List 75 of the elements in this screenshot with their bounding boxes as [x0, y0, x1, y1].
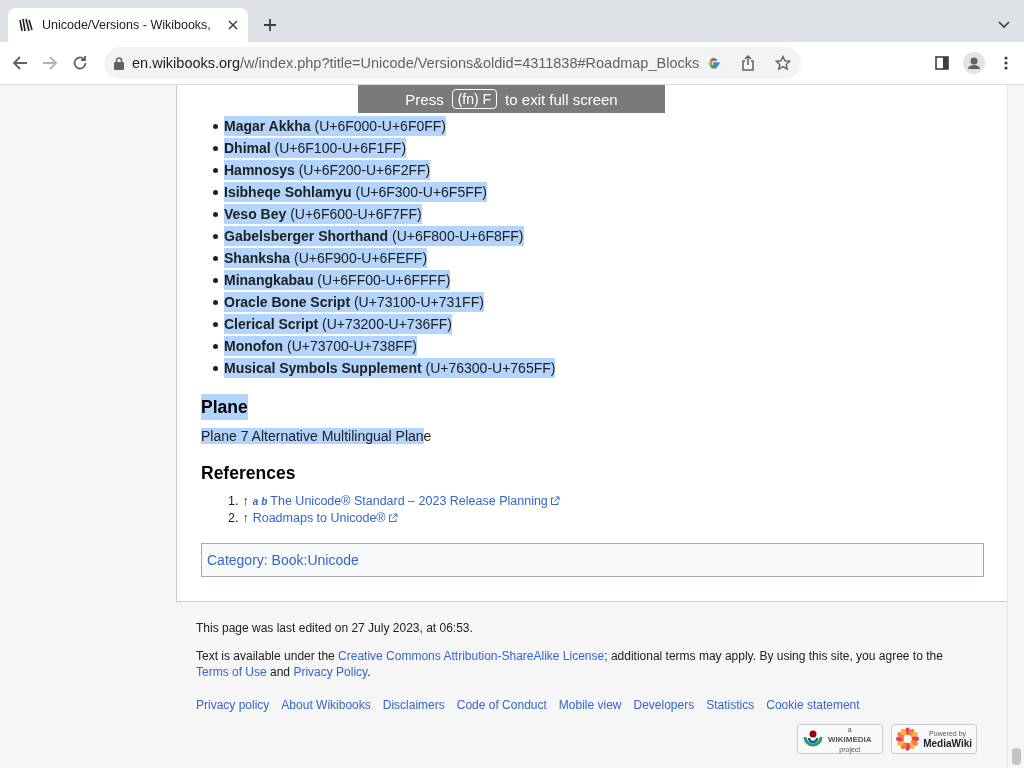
address-bar[interactable]: en.wikibooks.org/w/index.php?title=Unicode/Versions&oldid=4311838#Roadmap_Blocks: [104, 47, 802, 79]
close-icon[interactable]: [228, 20, 238, 30]
key-hint: (fn) F: [451, 89, 498, 109]
license-text: Text is available under the Creative Commons Attribution-ShareAlike License; additional terms may apply. By using this site, you agree to the Terms of Use and Privacy Policy.: [196, 648, 944, 680]
reference-number: 1.: [228, 494, 239, 508]
bullet-icon: [213, 277, 218, 283]
block-entry: Shanksha (U+6F900-U+6FEFF): [224, 248, 428, 268]
license-link[interactable]: Terms of Use: [196, 665, 267, 679]
up-arrow[interactable]: ↑: [242, 511, 249, 525]
block-entry: Minangkabau (U+6FF00-U+6FFFF): [224, 270, 451, 290]
back-arrow-icon: [12, 55, 28, 71]
external-link-icon: [549, 496, 560, 506]
block-entry: Isibheqe Sohlamyu (U+6F300-U+6F5FF): [224, 182, 487, 202]
external-link-icon: [387, 513, 398, 523]
flower-logo-icon: [896, 727, 920, 751]
google-logo-icon[interactable]: [707, 56, 722, 70]
up-arrow[interactable]: ↑: [242, 494, 249, 508]
browser-tab[interactable]: Unicode/Versions - Wikibooks,: [8, 8, 248, 42]
reload-icon: [72, 55, 88, 71]
footer-link[interactable]: Mobile view: [558, 698, 622, 712]
footer-link[interactable]: About Wikibooks: [281, 698, 371, 712]
block-entry: Clerical Script (U+73200-U+736FF): [224, 314, 452, 334]
forward-arrow-icon: [42, 55, 58, 71]
footer-link[interactable]: Privacy policy: [196, 698, 270, 712]
category-link[interactable]: Category: [207, 552, 264, 568]
chevron-down-icon: [998, 21, 1010, 29]
bullet-icon: [213, 255, 218, 261]
bullet-icon: [213, 123, 218, 129]
bullet-icon: [213, 343, 218, 349]
reference-number: 2.: [228, 511, 239, 525]
bullet-icon: [213, 189, 218, 195]
bullet-icon: [213, 145, 218, 151]
category-link[interactable]: Book:Unicode: [271, 552, 359, 568]
side-panel-icon: [935, 56, 949, 70]
block-entry: Gabelsberger Shorthand (U+6F800-U+6F8FF): [224, 226, 524, 246]
block-entry: Oracle Bone Script (U+73100-U+731FF): [224, 292, 484, 312]
bullet-icon: [213, 211, 218, 217]
scroll-thumb[interactable]: [1011, 748, 1021, 765]
bullet-icon: [213, 299, 218, 305]
tab-title: Unicode/Versions - Wikibooks,: [42, 18, 212, 32]
block-entry: Musical Symbols Supplement (U+76300-U+765FF): [224, 358, 556, 378]
share-icon[interactable]: [741, 55, 756, 71]
block-entry: Monofon (U+73700-U+738FF): [224, 336, 417, 356]
block-entry: Dhimal (U+6F100-U+6F1FF): [224, 138, 407, 158]
footer-link[interactable]: Cookie statement: [766, 698, 860, 712]
colon: :: [263, 552, 268, 568]
bullet-icon: [213, 321, 218, 327]
reference-link[interactable]: Roadmaps to Unicode®: [252, 511, 398, 525]
lock-icon: [114, 56, 124, 70]
footer-link[interactable]: Code of Conduct: [456, 698, 547, 712]
section-heading: References: [201, 462, 296, 485]
block-entry: Veso Bey (U+6F600-U+6F7FF): [224, 204, 422, 224]
toast-text: Press: [405, 90, 444, 108]
footer-link[interactable]: Developers: [633, 698, 695, 712]
footer-link[interactable]: Disclaimers: [382, 698, 445, 712]
bullet-icon: [213, 233, 218, 239]
star-icon[interactable]: [775, 55, 792, 71]
footer-link[interactable]: Statistics: [706, 698, 755, 712]
menu-dots-icon: [1004, 56, 1008, 70]
plane-text: Plane 7 Alternative Multilingual Plane: [201, 427, 432, 446]
avatar-icon: [963, 52, 985, 74]
section-heading: Plane: [201, 394, 248, 420]
block-entry: Magar Akkha (U+6F000-U+6F0FF): [224, 116, 446, 136]
plus-icon: [263, 18, 277, 32]
toast-text: to exit full screen: [505, 90, 618, 108]
reference-link[interactable]: The Unicode® Standard – 2023 Release Planning: [270, 494, 560, 508]
url-text: en.wikibooks.org/w/index.php?title=Unicode/Versions&oldid=4311838#Roadmap_Blocks: [132, 55, 700, 71]
bullet-icon: [213, 365, 218, 371]
last-edited-text: This page was last edited on 27 July 2023, at 06:53.: [196, 620, 474, 636]
profile-button[interactable]: [960, 51, 988, 75]
block-entry: Hamnosys (U+6F200-U+6F2FF): [224, 160, 431, 180]
backlink[interactable]: b: [261, 496, 268, 507]
bullet-icon: [213, 167, 218, 173]
books-favicon-icon: [18, 17, 34, 33]
backlink[interactable]: a: [252, 496, 259, 507]
